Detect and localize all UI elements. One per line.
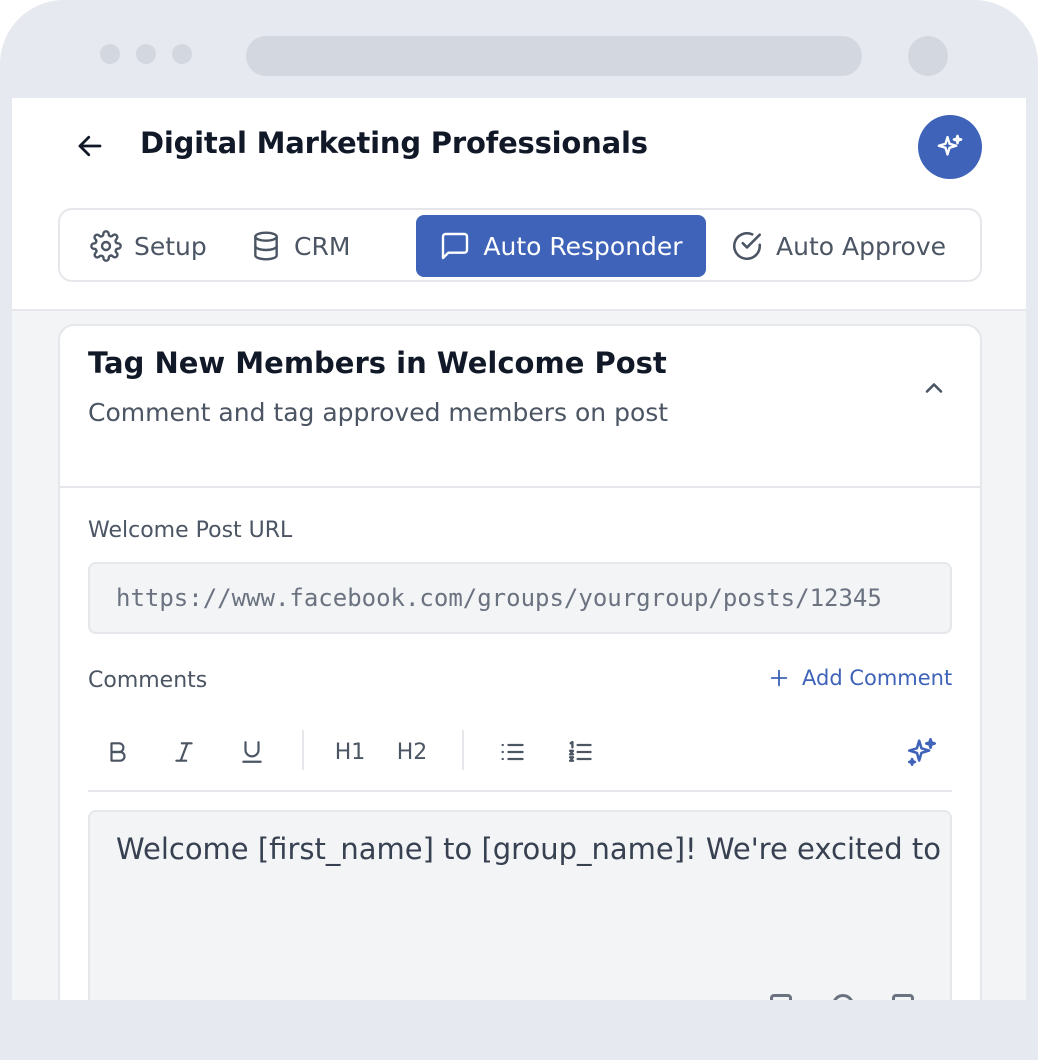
page-title: Digital Marketing Professionals <box>140 126 648 160</box>
app-screen: Digital Marketing Professionals Setup CR… <box>12 98 1026 1000</box>
address-bar <box>246 36 862 76</box>
toolbar-divider <box>462 730 464 770</box>
tab-auto-approve[interactable]: Auto Approve <box>730 216 946 276</box>
comment-text: Welcome [first_name] to [group_name]! We… <box>116 832 941 866</box>
tab-crm[interactable]: CRM <box>250 216 350 276</box>
underline-button[interactable] <box>236 732 268 772</box>
heading-1-button[interactable]: H1 <box>330 732 370 772</box>
tab-label: Auto Responder <box>483 231 683 261</box>
heading-2-button[interactable]: H2 <box>392 732 432 772</box>
bullet-list-button[interactable] <box>496 732 528 772</box>
window-dot <box>172 44 192 64</box>
toolbar-divider <box>302 730 304 770</box>
underline-icon <box>242 741 262 763</box>
card-header[interactable]: Tag New Members in Welcome Post Comment … <box>60 326 980 488</box>
bold-icon <box>110 742 126 762</box>
window-dot <box>100 44 120 64</box>
card-subtitle: Comment and tag approved members on post <box>88 398 669 427</box>
bold-button[interactable] <box>102 732 134 772</box>
window-dots <box>100 44 192 64</box>
welcome-post-url-input[interactable]: https://www.facebook.com/groups/yourgrou… <box>88 562 952 634</box>
add-comment-label: Add Comment <box>802 666 953 690</box>
comment-editor[interactable]: Welcome [first_name] to [group_name]! We… <box>88 810 952 1000</box>
numbered-list-button[interactable] <box>564 732 596 772</box>
tab-label: Setup <box>134 231 207 261</box>
tab-label: CRM <box>294 231 351 261</box>
top-bar: Digital Marketing Professionals Setup CR… <box>12 98 1026 311</box>
attachment-icon[interactable] <box>892 994 914 1000</box>
italic-button[interactable] <box>168 732 200 772</box>
numbered-list-icon <box>568 740 592 762</box>
message-square-icon <box>442 232 469 260</box>
chevron-up-icon <box>925 383 943 393</box>
gear-icon <box>90 230 122 262</box>
welcome-post-card: Tag New Members in Welcome Post Comment … <box>58 324 982 1000</box>
plus-icon <box>770 669 788 687</box>
bullet-list-icon <box>501 743 524 761</box>
profile-placeholder <box>908 36 948 76</box>
url-label: Welcome Post URL <box>88 518 293 543</box>
window-dot <box>136 44 156 64</box>
editor-toolbar: H1 H2 <box>88 722 952 792</box>
check-circle-icon <box>732 231 762 261</box>
tab-auto-responder[interactable]: Auto Responder <box>416 215 706 277</box>
comments-label: Comments <box>88 668 208 693</box>
tab-setup[interactable]: Setup <box>90 216 207 276</box>
database-icon <box>254 231 278 261</box>
tab-bar: Setup CRM Auto Responder Auto Approve <box>58 208 982 282</box>
sparkles-icon <box>937 134 963 156</box>
back-button[interactable] <box>74 130 106 162</box>
add-comment-button[interactable]: Add Comment <box>768 666 952 690</box>
emoji-icon[interactable] <box>832 994 854 1000</box>
ai-assist-button[interactable] <box>918 115 982 179</box>
card-title: Tag New Members in Welcome Post <box>88 346 667 380</box>
italic-icon <box>175 742 193 762</box>
sparkles-icon <box>907 737 937 767</box>
arrow-left-icon <box>78 135 102 157</box>
ai-write-button[interactable] <box>902 732 942 772</box>
collapse-button[interactable] <box>918 372 950 404</box>
image-icon[interactable] <box>770 994 792 1000</box>
tab-label: Auto Approve <box>776 231 947 261</box>
